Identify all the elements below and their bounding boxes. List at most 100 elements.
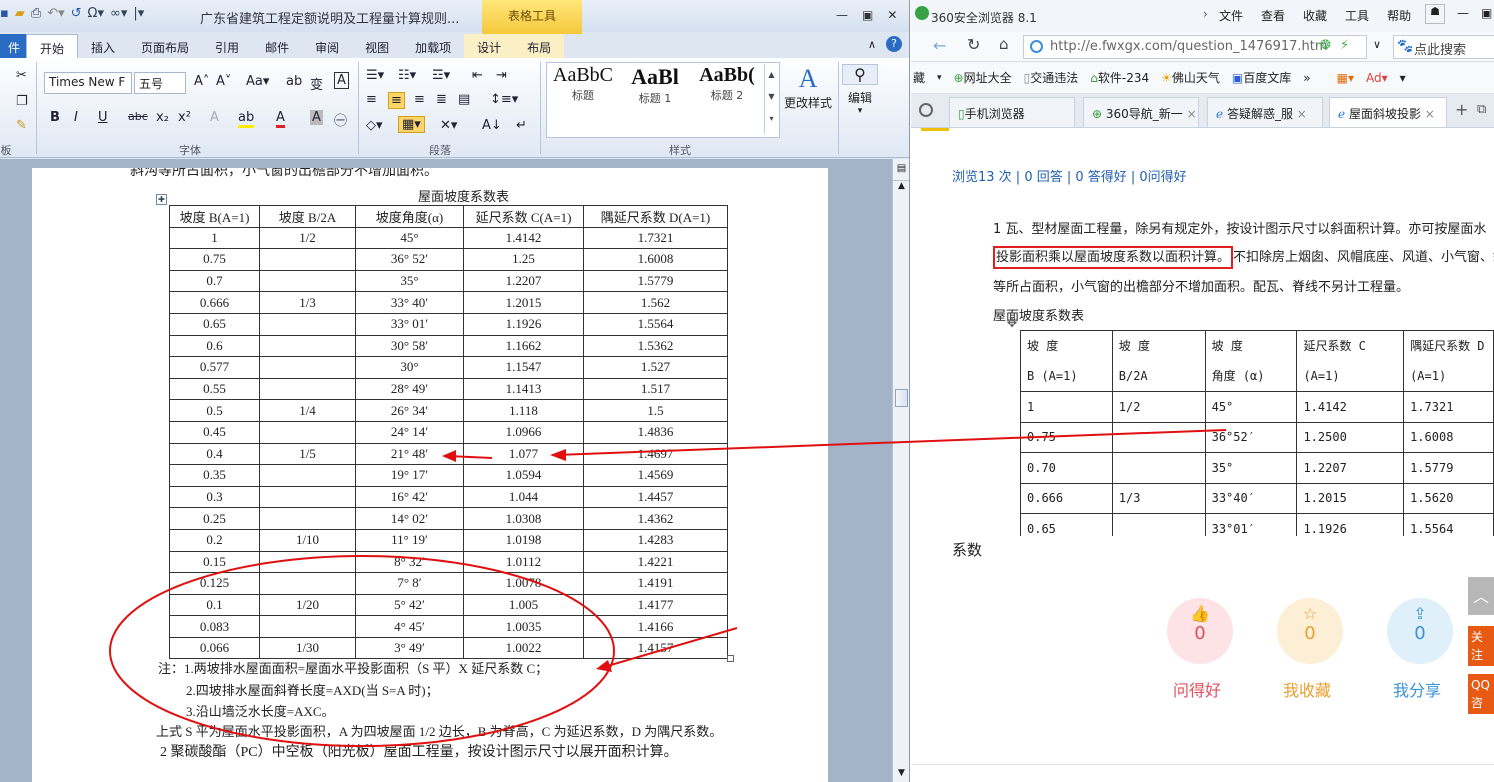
shrink-font-icon[interactable]: A˅ [216, 74, 231, 89]
doc-table-cell[interactable] [259, 464, 356, 487]
align-center-icon[interactable]: ≡ [388, 92, 405, 109]
increase-indent-icon[interactable]: ⇥ [496, 68, 507, 83]
doc-table-cell[interactable]: 1.0594 [463, 464, 584, 487]
doc-table-cell[interactable]: 1.0198 [463, 528, 584, 552]
char-shading-icon[interactable]: A [310, 110, 323, 125]
grow-font-icon[interactable]: A˄ [194, 74, 209, 89]
back-to-top-button[interactable]: ︿ [1468, 577, 1494, 615]
font-name-box[interactable]: Times New F [44, 72, 132, 94]
tab-mailings[interactable]: 邮件 [252, 34, 302, 58]
doc-table-cell[interactable]: 1/2 [259, 226, 356, 250]
doc-table-cell[interactable] [259, 420, 356, 444]
doc-table-cell[interactable]: 1.4221 [583, 550, 728, 574]
ribbon-collapse-icon[interactable]: ∧ [868, 38, 876, 51]
doc-table-cell[interactable]: 0.35 [169, 464, 260, 487]
table-move-handle-icon[interactable]: ✚ [156, 194, 167, 205]
doc-table-cell[interactable]: 0.75 [169, 248, 260, 271]
doc-table-cell[interactable]: 1.25 [463, 248, 584, 271]
doc-table-header[interactable]: 坡度 B/2A [259, 205, 356, 228]
text-effects-icon[interactable]: A [210, 110, 219, 125]
doc-table-cell[interactable]: 0.55 [169, 377, 260, 401]
doc-table-cell[interactable]: 1.4177 [583, 593, 728, 617]
doc-table-cell[interactable]: 35° [355, 269, 464, 293]
doc-table-cell[interactable] [259, 572, 356, 595]
doc-table-cell[interactable]: 21° 48′ [355, 442, 464, 466]
doc-table-cell[interactable]: 3° 49′ [355, 636, 464, 660]
tab-file[interactable]: 件 [0, 34, 26, 58]
doc-table-cell[interactable]: 1/3 [259, 291, 356, 314]
doc-table-cell[interactable] [259, 550, 356, 574]
doc-table-cell[interactable]: 1.044 [463, 485, 584, 509]
close-icon[interactable]: ✕ [887, 8, 897, 22]
doc-table-cell[interactable]: 1.527 [583, 356, 728, 379]
doc-table-cell[interactable]: 30° [355, 356, 464, 379]
doc-table-cell[interactable]: 1.077 [463, 442, 584, 466]
restore-icon[interactable]: ▣ [862, 8, 873, 22]
doc-table-cell[interactable]: 16° 42′ [355, 485, 464, 509]
doc-table-cell[interactable]: 0.666 [169, 291, 260, 314]
scroll-thumb[interactable] [895, 389, 908, 407]
tab-insert[interactable]: 插入 [78, 34, 128, 58]
doc-table-cell[interactable]: 5° 42′ [355, 593, 464, 617]
style-heading-2[interactable]: AaBb( 标题 2 [692, 64, 762, 124]
doc-table-header[interactable]: 延尺系数 C(A=1) [463, 205, 584, 228]
symbol-icon[interactable]: Ω▾ [88, 6, 104, 21]
word-vertical-scrollbar[interactable]: ▤ ▲ ▼ [892, 159, 909, 782]
strikethrough-icon[interactable]: abc [128, 110, 148, 123]
follow-us-button[interactable]: 关注我们 [1468, 626, 1494, 666]
decrease-indent-icon[interactable]: ⇤ [472, 68, 483, 83]
doc-table-header[interactable]: 坡度角度(α) [355, 205, 464, 228]
doc-table-cell[interactable]: 1.5362 [583, 334, 728, 358]
doc-table-cell[interactable]: 0.65 [169, 312, 260, 336]
doc-table-cell[interactable]: 0.15 [169, 550, 260, 574]
show-marks-icon[interactable]: ↵ [516, 118, 527, 133]
superscript-icon[interactable]: x² [178, 110, 191, 125]
doc-table-cell[interactable]: 1.5564 [583, 312, 728, 336]
like-label[interactable]: 问得好 [1173, 677, 1221, 701]
doc-table-cell[interactable]: 0.4 [169, 442, 260, 466]
line-spacing-icon[interactable]: ↕≡▾ [490, 92, 518, 107]
doc-table-cell[interactable]: 24° 14′ [355, 420, 464, 444]
doc-table-cell[interactable]: 1.005 [463, 593, 584, 617]
doc-table-cell[interactable]: 36° 52′ [355, 248, 464, 271]
doc-table-cell[interactable]: 1.2015 [463, 291, 584, 314]
doc-table-cell[interactable] [259, 485, 356, 509]
doc-table-cell[interactable]: 1.4697 [583, 442, 728, 466]
borders-icon[interactable]: ▦▾ [398, 116, 425, 133]
doc-table-cell[interactable]: 1.4836 [583, 420, 728, 444]
doc-table-cell[interactable]: 1.4362 [583, 507, 728, 530]
tab-review[interactable]: 审阅 [302, 34, 352, 58]
ruler-toggle-icon[interactable]: ▤ [893, 159, 909, 181]
subscript-icon[interactable]: x₂ [156, 110, 169, 125]
help-icon[interactable]: ? [886, 36, 902, 52]
favorite-button[interactable]: ☆ 0 [1277, 598, 1343, 664]
doc-table-cell[interactable]: 0.6 [169, 334, 260, 358]
doc-table-cell[interactable]: 1.0035 [463, 615, 584, 638]
distributed-icon[interactable]: ▤ [458, 92, 470, 107]
doc-table-cell[interactable]: 1.2207 [463, 269, 584, 293]
doc-table-cell[interactable]: 1.5 [583, 399, 728, 422]
doc-table-cell[interactable]: 0.45 [169, 420, 260, 444]
tab-page-layout[interactable]: 页面布局 [128, 34, 202, 58]
doc-table-cell[interactable] [259, 334, 356, 358]
doc-table-cell[interactable]: 33° 40′ [355, 291, 464, 314]
doc-table-cell[interactable]: 1/30 [259, 636, 356, 660]
doc-table-cell[interactable]: 0.25 [169, 507, 260, 530]
doc-table-cell[interactable]: 4° 45′ [355, 615, 464, 638]
doc-table-cell[interactable] [259, 312, 356, 336]
doc-table-cell[interactable]: 0.083 [169, 615, 260, 638]
doc-table-header[interactable]: 坡度 B(A=1) [169, 205, 260, 228]
scroll-down-icon[interactable]: ▼ [893, 768, 909, 778]
change-styles-button[interactable]: A 更改样式 [782, 64, 834, 111]
doc-table-cell[interactable]: 1.5779 [583, 269, 728, 293]
doc-table-cell[interactable]: 19° 17′ [355, 464, 464, 487]
doc-table-cell[interactable]: 14° 02′ [355, 507, 464, 530]
doc-table-cell[interactable]: 1/5 [259, 442, 356, 466]
doc-table-cell[interactable]: 0.5 [169, 399, 260, 422]
like-button[interactable]: 👍 0 [1167, 598, 1233, 664]
format-painter-icon[interactable]: ✎ [16, 118, 27, 133]
enclose-char-icon[interactable]: ㊀ [334, 110, 347, 129]
doc-table-cell[interactable]: 1.0308 [463, 507, 584, 530]
doc-table-cell[interactable]: 1.1662 [463, 334, 584, 358]
doc-table-cell[interactable]: 1.6008 [583, 248, 728, 271]
